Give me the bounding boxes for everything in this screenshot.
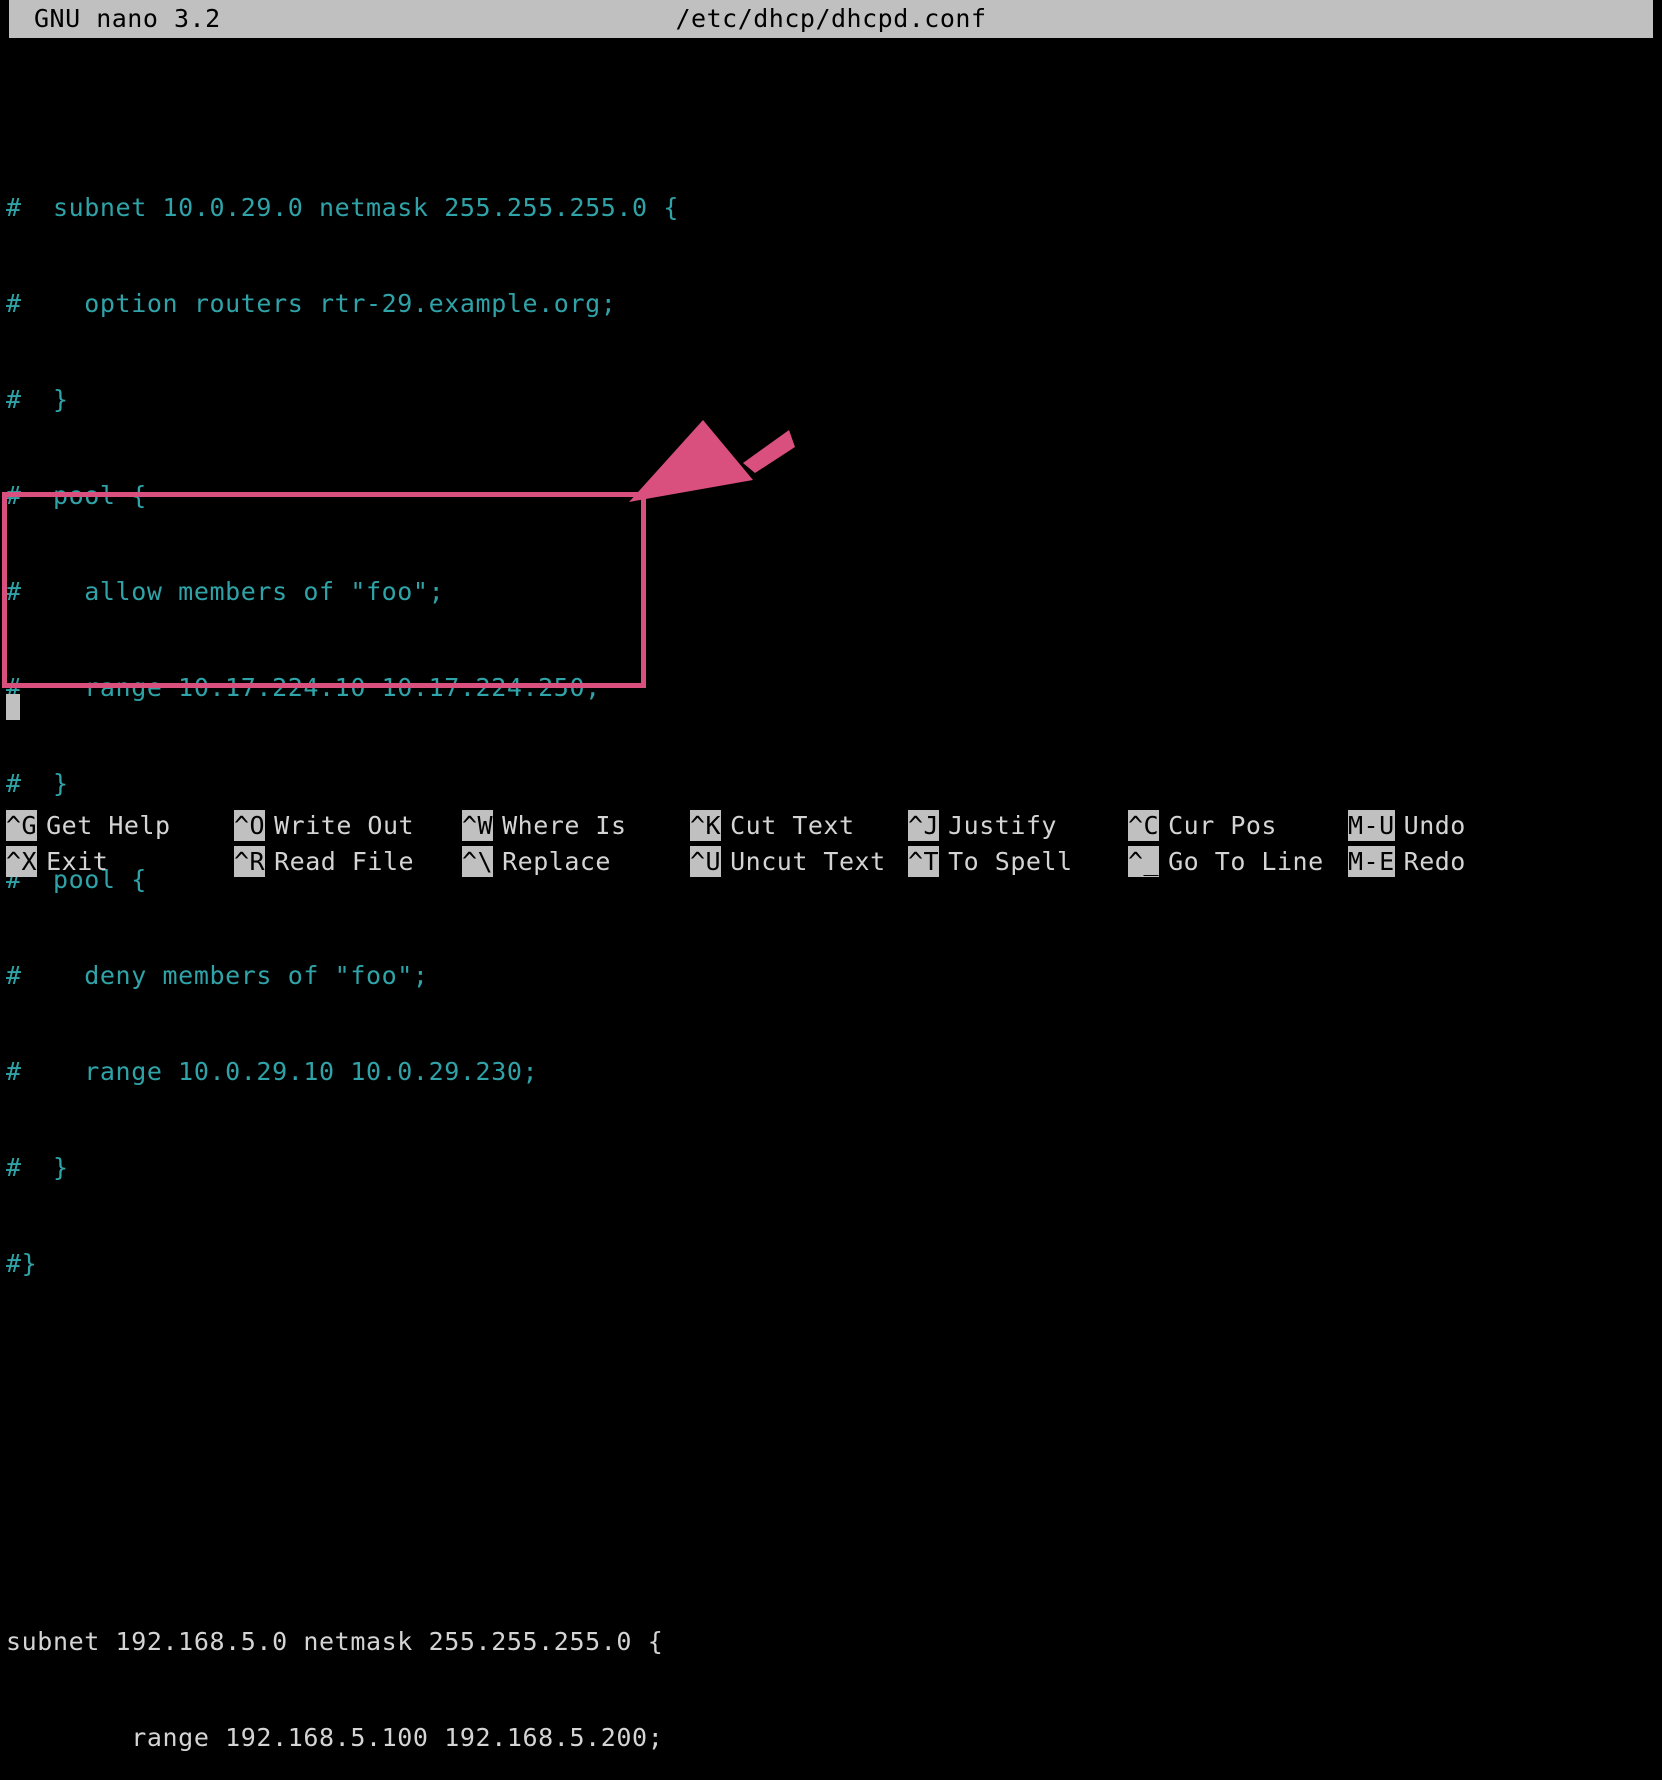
shortcut-label: To Spell bbox=[948, 847, 1073, 876]
shortcut-row-1: ^G Get Help ^O Write Out ^W Where Is ^K Cut … bbox=[0, 808, 1662, 844]
file-path: /etc/dhcp/dhcpd.conf bbox=[675, 4, 987, 33]
shortcut-label: Where Is bbox=[502, 811, 627, 840]
shortcut-write-out[interactable]: ^O Write Out bbox=[234, 808, 414, 844]
shortcut-cut-text[interactable]: ^K Cut Text bbox=[690, 808, 855, 844]
shortcut-key: M-U bbox=[1348, 810, 1395, 841]
shortcut-label: Write Out bbox=[274, 811, 415, 840]
shortcut-key: ^O bbox=[234, 810, 266, 841]
shortcut-label: Redo bbox=[1403, 847, 1466, 876]
shortcut-key: ^G bbox=[6, 810, 38, 841]
title-bar-inner: GNU nano 3.2 /etc/dhcp/dhcpd.conf bbox=[9, 0, 1653, 38]
shortcut-exit[interactable]: ^X Exit bbox=[6, 844, 108, 880]
shortcut-label: Justify bbox=[948, 811, 1057, 840]
editor-line: # option routers rtr-29.example.org; bbox=[6, 289, 617, 318]
editor-line: # pool { bbox=[6, 481, 147, 510]
editor-line: # } bbox=[6, 385, 69, 414]
shortcut-label: Exit bbox=[46, 847, 109, 876]
shortcut-replace[interactable]: ^\ Replace bbox=[462, 844, 611, 880]
shortcut-redo[interactable]: M-E Redo bbox=[1348, 844, 1466, 880]
editor-line: # subnet 10.0.29.0 netmask 255.255.255.0… bbox=[6, 193, 680, 222]
shortcut-label: Replace bbox=[502, 847, 611, 876]
editor-line: # range 10.0.29.10 10.0.29.230; bbox=[6, 1057, 539, 1086]
shortcut-where-is[interactable]: ^W Where Is bbox=[462, 808, 627, 844]
active-subnet-config-block: subnet 192.168.5.0 netmask 255.255.255.0… bbox=[0, 1562, 1662, 1780]
shortcut-key: ^W bbox=[462, 810, 494, 841]
shortcut-key: M-E bbox=[1348, 846, 1395, 877]
shortcut-row-2: ^X Exit ^R Read File ^\ Replace ^U Uncut Tex… bbox=[0, 844, 1662, 880]
shortcut-undo[interactable]: M-U Undo bbox=[1348, 808, 1466, 844]
text-editor-area[interactable]: # subnet 10.0.29.0 netmask 255.255.255.0… bbox=[0, 64, 1662, 1752]
shortcut-key: ^K bbox=[690, 810, 722, 841]
editor-line: #} bbox=[6, 1249, 38, 1278]
title-bar: GNU nano 3.2 /etc/dhcp/dhcpd.conf bbox=[0, 0, 1662, 41]
editor-line: range 192.168.5.100 192.168.5.200; bbox=[6, 1723, 664, 1752]
shortcut-key: ^T bbox=[908, 846, 940, 877]
shortcut-label: Go To Line bbox=[1168, 847, 1324, 876]
commented-config-block: # subnet 10.0.29.0 netmask 255.255.255.0… bbox=[0, 128, 1662, 1344]
shortcut-label: Get Help bbox=[46, 811, 171, 840]
nano-editor-window: GNU nano 3.2 /etc/dhcp/dhcpd.conf # subn… bbox=[0, 0, 1662, 1752]
shortcut-key: ^_ bbox=[1128, 846, 1160, 877]
shortcut-key: ^R bbox=[234, 846, 266, 877]
shortcut-uncut-text[interactable]: ^U Uncut Text bbox=[690, 844, 886, 880]
editor-line: # allow members of "foo"; bbox=[6, 577, 445, 606]
shortcut-to-spell[interactable]: ^T To Spell bbox=[908, 844, 1073, 880]
shortcut-key: ^\ bbox=[462, 846, 494, 877]
shortcut-get-help[interactable]: ^G Get Help bbox=[6, 808, 171, 844]
shortcut-key: ^U bbox=[690, 846, 722, 877]
shortcut-justify[interactable]: ^J Justify bbox=[908, 808, 1057, 844]
shortcut-label: Cut Text bbox=[730, 811, 855, 840]
shortcut-label: Undo bbox=[1403, 811, 1466, 840]
shortcut-cur-pos[interactable]: ^C Cur Pos bbox=[1128, 808, 1277, 844]
text-cursor bbox=[6, 694, 20, 720]
shortcut-read-file[interactable]: ^R Read File bbox=[234, 844, 414, 880]
shortcut-key: ^C bbox=[1128, 810, 1160, 841]
shortcut-label: Uncut Text bbox=[730, 847, 886, 876]
editor-line: subnet 192.168.5.0 netmask 255.255.255.0… bbox=[6, 1627, 664, 1656]
shortcut-label: Cur Pos bbox=[1168, 811, 1277, 840]
editor-line: # range 10.17.224.10 10.17.224.250; bbox=[6, 673, 601, 702]
shortcut-go-to-line[interactable]: ^_ Go To Line bbox=[1128, 844, 1324, 880]
shortcut-label: Read File bbox=[274, 847, 415, 876]
shortcut-footer: ^G Get Help ^O Write Out ^W Where Is ^K Cut … bbox=[0, 808, 1662, 884]
shortcut-key: ^X bbox=[6, 846, 38, 877]
editor-line: # } bbox=[6, 769, 69, 798]
editor-line: # deny members of "foo"; bbox=[6, 961, 429, 990]
shortcut-key: ^J bbox=[908, 810, 940, 841]
editor-line: # } bbox=[6, 1153, 69, 1182]
